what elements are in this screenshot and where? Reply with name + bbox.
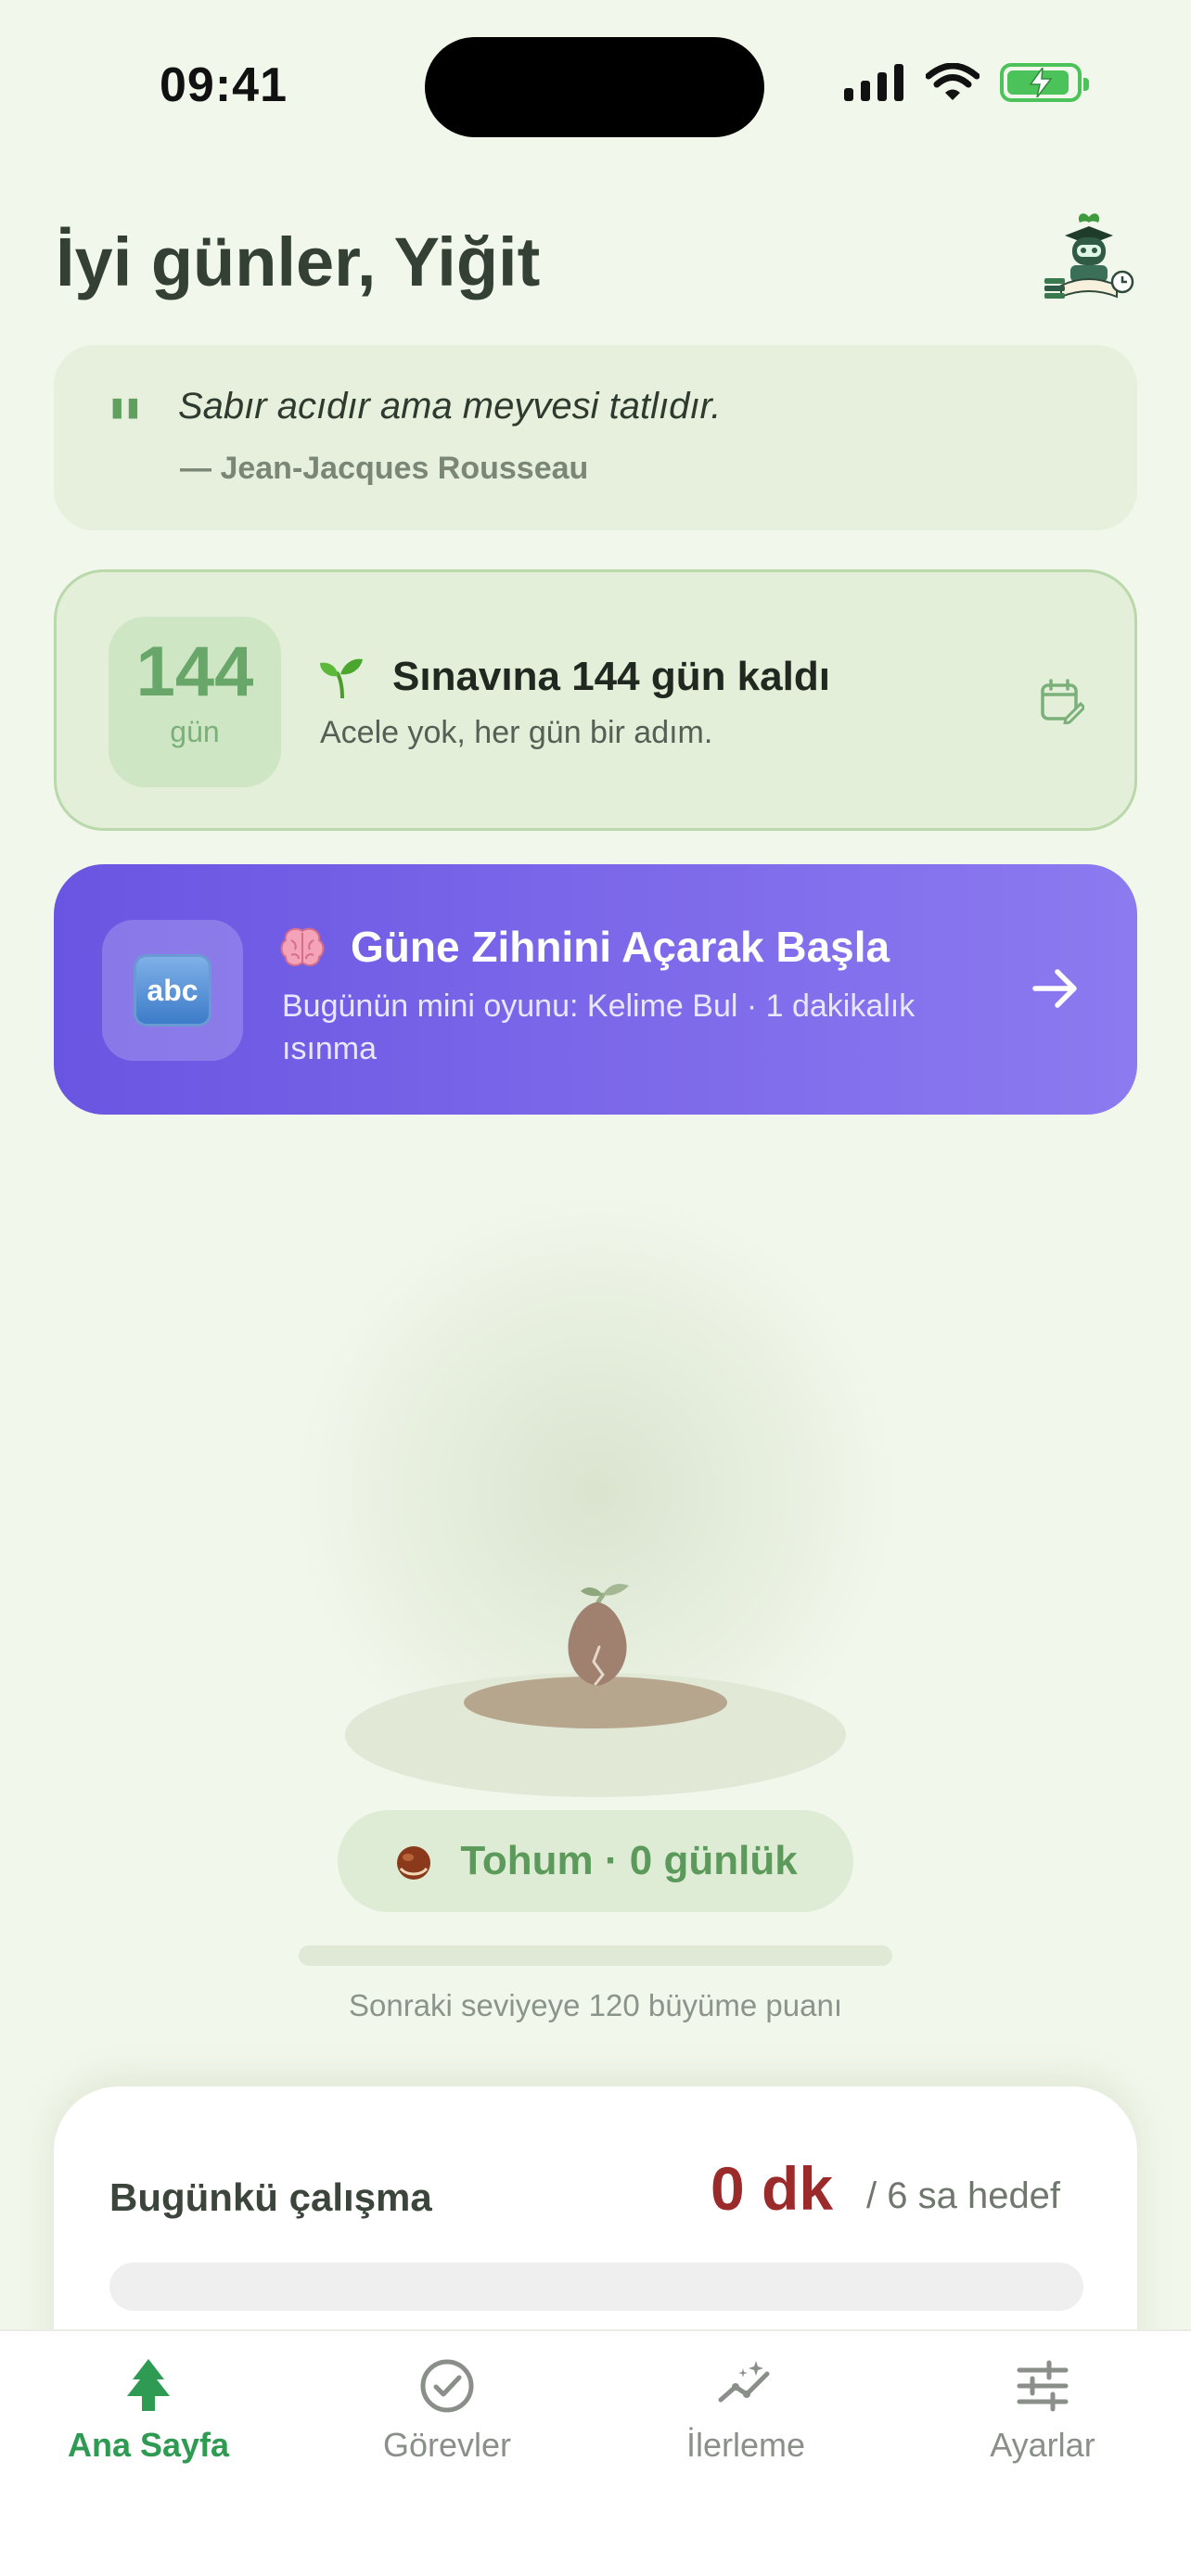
exam-countdown-card[interactable]: 144 gün Sınavına 144 gün kaldı Acele yok… [54,569,1137,831]
status-icons [844,63,1089,102]
tab-settings-label: Ayarlar [990,2426,1095,2464]
tab-tasks-label: Görevler [382,2426,512,2464]
greeting-title: İyi günler, Yiğit [56,223,541,300]
today-study-label: Bugünkü çalışma [109,2175,432,2219]
brain-icon [280,927,325,966]
tab-tasks[interactable]: Görevler [327,2355,568,2465]
quote-mark-icon: " [106,383,145,470]
quote-author: — Jean-Jacques Rousseau [180,451,589,486]
status-bar: 09:41 [0,0,1191,167]
arrow-right-icon[interactable] [1028,961,1083,1016]
quote-text: Sabır acıdır ama meyvesi tatlıdır. [178,386,722,427]
daily-mini-game-card[interactable]: abc Güne Zihnini Açarak Başla Bugünün mi… [54,864,1137,1115]
sliders-icon [1017,2360,1069,2412]
abc-icon: abc [134,954,211,1027]
days-remaining-box: 144 gün [109,617,281,787]
today-study-value: 0 dk [711,2154,834,2223]
calendar-edit-icon[interactable] [1040,678,1084,724]
tree-icon [127,2359,170,2411]
wifi-icon [926,63,980,100]
tab-settings[interactable]: Ayarlar [922,2355,1163,2465]
tab-progress-label: İlerleme [685,2426,806,2464]
days-remaining-number: 144 [135,632,254,711]
exam-countdown-title: Sınavına 144 gün kaldı [392,654,830,699]
next-level-text: Sonraki seviyeye 120 büyüme puanı [349,1988,842,2022]
status-time: 09:41 [160,58,288,112]
seed-sprout-illustration[interactable] [538,1539,659,1715]
bottom-tab-bar: Ana Sayfa Görevler İlerleme Ayarlar [0,2329,1191,2576]
quote-card: " Sabır acıdır ama meyvesi tatlıdır. — J… [54,345,1137,530]
sparkle-chart-icon [718,2361,770,2403]
today-progress-bar [109,2263,1083,2311]
growth-stage-badge[interactable]: Tohum · 0 günlük [338,1810,853,1912]
today-study-goal: / 6 sa hedef [866,2175,1061,2216]
check-circle-icon [420,2359,474,2413]
seedling-icon [320,658,363,699]
tab-home[interactable]: Ana Sayfa [28,2355,269,2465]
days-remaining-unit: gün [170,715,220,748]
chestnut-icon [397,1846,431,1880]
game-card-title: Güne Zihnini Açarak Başla [351,923,890,971]
tab-progress[interactable]: İlerleme [625,2355,866,2465]
tab-home-label: Ana Sayfa [67,2426,230,2464]
game-card-subtitle: Bugünün mini oyunu: Kelime Bul · 1 dakik… [282,988,916,1066]
cellular-signal-icon [844,64,903,101]
battery-charging-icon [1000,63,1089,102]
growth-stage-label: Tohum · 0 günlük [460,1838,798,1883]
dynamic-island [425,37,764,137]
growth-progress-bar [299,1945,892,1966]
abc-badge: abc [102,920,243,1061]
robot-graduate-mascot-icon[interactable] [1043,211,1135,304]
exam-countdown-subtitle: Acele yok, her gün bir adım. [320,715,713,750]
